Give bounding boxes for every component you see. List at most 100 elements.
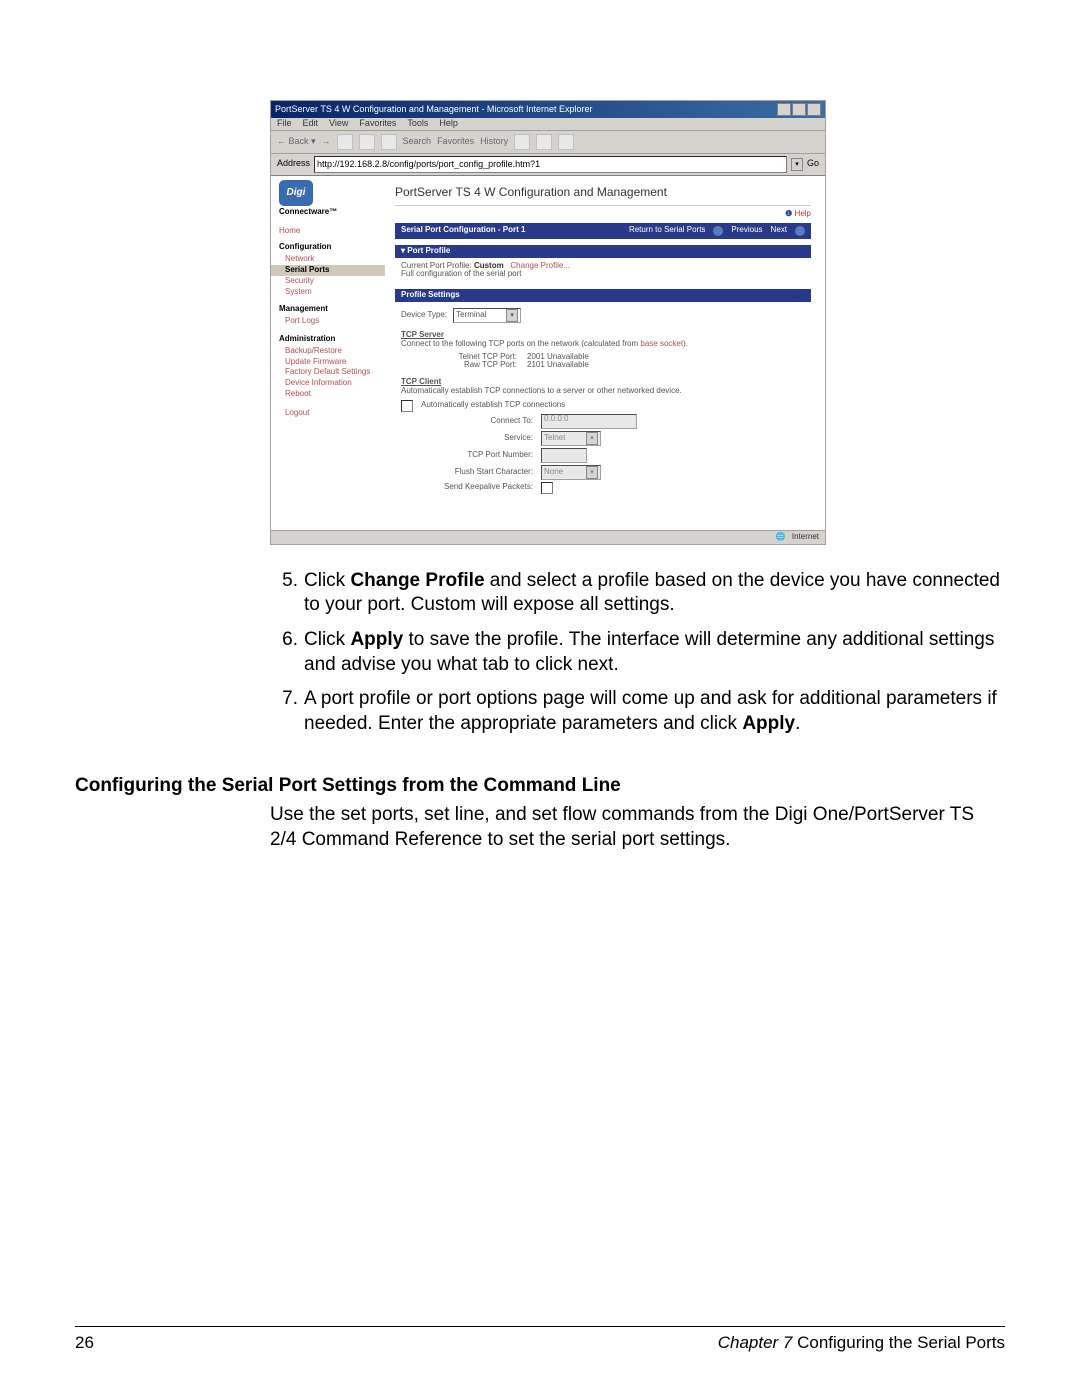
mail-icon[interactable] — [514, 134, 530, 150]
menu-file[interactable]: File — [277, 119, 292, 129]
base-socket-link[interactable]: base socket — [640, 339, 683, 348]
nav-logout[interactable]: Logout — [279, 408, 379, 419]
close-button[interactable] — [807, 103, 821, 116]
embedded-screenshot: PortServer TS 4 W Configuration and Mana… — [270, 100, 826, 545]
section-title: Serial Port Configuration - Port 1 — [401, 226, 525, 235]
document-page: PortServer TS 4 W Configuration and Mana… — [0, 0, 1080, 1397]
keepalive-label: Send Keepalive Packets: — [401, 483, 533, 492]
nav-backup[interactable]: Backup/Restore — [279, 346, 379, 357]
menu-tools[interactable]: Tools — [407, 119, 428, 129]
profile-settings-header: Profile Settings — [395, 289, 811, 302]
address-label: Address — [277, 159, 310, 169]
nav-firmware[interactable]: Update Firmware — [279, 357, 379, 368]
ie-menu-bar: File Edit View Favorites Tools Help — [271, 118, 825, 131]
print-icon[interactable] — [536, 134, 552, 150]
history-button[interactable]: History — [480, 137, 508, 147]
auto-conn-row: Automatically establish TCP connections — [401, 400, 805, 412]
item-number: 6. — [270, 628, 304, 677]
item-number: 5. — [270, 569, 304, 618]
next-icon[interactable] — [795, 226, 805, 236]
chapter-label: Chapter 7 — [718, 1333, 793, 1352]
ie-title-bar: PortServer TS 4 W Configuration and Mana… — [271, 101, 825, 118]
section-heading-command-line: Configuring the Serial Port Settings fro… — [75, 775, 1005, 797]
menu-view[interactable]: View — [329, 119, 348, 129]
go-button[interactable]: Go — [807, 159, 819, 169]
home-icon[interactable] — [381, 134, 397, 150]
list-item-6: 6. Click Apply to save the profile. The … — [270, 628, 1005, 677]
tcp-client-text: Automatically establish TCP connections … — [401, 387, 805, 396]
flush-select[interactable]: None ▾ — [541, 465, 601, 480]
url-input[interactable] — [314, 156, 787, 173]
bold-apply-2: Apply — [742, 713, 795, 734]
service-select[interactable]: Telnet ▾ — [541, 431, 601, 446]
status-right: Internet — [792, 533, 819, 542]
search-button[interactable]: Search — [403, 137, 432, 147]
stop-icon[interactable] — [337, 134, 353, 150]
current-profile-value: Custom — [474, 261, 504, 270]
nav-port-logs[interactable]: Port Logs — [279, 316, 379, 327]
section-body-command-line: Use the set ports, set line, and set flo… — [270, 803, 1005, 852]
instruction-list: 5. Click Change Profile and select a pro… — [270, 569, 1005, 737]
profile-info: Current Port Profile: Custom Change Prof… — [395, 258, 811, 284]
menu-edit[interactable]: Edit — [303, 119, 319, 129]
web-content: Digi Connectware™ Home Configuration Net… — [271, 176, 825, 530]
favorites-button[interactable]: Favorites — [437, 137, 474, 147]
nav-reboot[interactable]: Reboot — [279, 389, 379, 400]
nav-admin-title: Administration — [279, 335, 379, 344]
connect-to-input[interactable]: 0.0.0.0 — [541, 414, 637, 429]
minimize-button[interactable] — [777, 103, 791, 116]
forward-button[interactable]: → — [322, 137, 331, 147]
nav-home[interactable]: Home — [279, 227, 379, 236]
profile-desc: Full configuration of the serial port — [401, 270, 805, 279]
auto-conn-label: Automatically establish TCP connections — [421, 401, 565, 410]
service-label: Service: — [401, 434, 533, 443]
auto-conn-checkbox[interactable] — [401, 400, 413, 412]
section-header: Serial Port Configuration - Port 1 Retur… — [395, 223, 811, 239]
footer-right: Chapter 7 Configuring the Serial Ports — [718, 1333, 1005, 1353]
ie-toolbar: ← Back ▾ → Search Favorites History — [271, 131, 825, 154]
tcp-port-num-label: TCP Port Number: — [401, 451, 533, 460]
port-nav: Return to Serial Ports Previous Next — [629, 226, 805, 236]
main-panel: PortServer TS 4 W Configuration and Mana… — [385, 176, 825, 530]
maximize-button[interactable] — [792, 103, 806, 116]
nav-serial-ports[interactable]: Serial Ports — [271, 265, 385, 276]
prev-icon[interactable] — [713, 226, 723, 236]
device-type-select[interactable]: Terminal ▾ — [453, 308, 521, 323]
nav-system[interactable]: System — [279, 287, 379, 298]
list-item-5: 5. Click Change Profile and select a pro… — [270, 569, 1005, 618]
list-item-7: 7. A port profile or port options page w… — [270, 687, 1005, 736]
edit-icon[interactable] — [558, 134, 574, 150]
profile-settings-block: Device Type: Terminal ▾ TCP Server Conne… — [395, 302, 811, 500]
next-link[interactable]: Next — [771, 226, 787, 235]
menu-favorites[interactable]: Favorites — [359, 119, 396, 129]
chevron-down-icon: ▾ — [586, 432, 598, 445]
connectware-label: Connectware™ — [279, 208, 379, 217]
nav-devinfo[interactable]: Device Information — [279, 378, 379, 389]
help-link[interactable]: ❶ Help — [395, 210, 811, 219]
return-link[interactable]: Return to Serial Ports — [629, 226, 705, 235]
chapter-title: Configuring the Serial Ports — [792, 1333, 1005, 1352]
tcp-port-num-input[interactable] — [541, 448, 587, 463]
port-profile-header[interactable]: ▾ Port Profile — [395, 245, 811, 258]
flush-label: Flush Start Character: — [401, 468, 533, 477]
ie-address-bar: Address ▾ Go — [271, 154, 825, 176]
nav-factory[interactable]: Factory Default Settings — [279, 367, 379, 378]
chevron-down-icon: ▾ — [506, 309, 518, 322]
raw-port-label: Raw TCP Port: — [439, 361, 517, 370]
refresh-icon[interactable] — [359, 134, 375, 150]
window-controls — [777, 103, 821, 116]
url-dropdown-icon[interactable]: ▾ — [791, 158, 803, 171]
nav-security[interactable]: Security — [279, 276, 379, 287]
back-button[interactable]: ← Back ▾ — [277, 137, 316, 147]
current-profile-label: Current Port Profile: — [401, 261, 472, 270]
flush-value: None — [544, 468, 563, 477]
nav-network[interactable]: Network — [279, 254, 379, 265]
bold-change-profile: Change Profile — [350, 570, 484, 591]
keepalive-checkbox[interactable] — [541, 482, 553, 494]
change-profile-link[interactable]: Change Profile... — [510, 261, 570, 270]
window-title: PortServer TS 4 W Configuration and Mana… — [275, 105, 592, 115]
bold-apply-1: Apply — [350, 629, 403, 650]
service-value: Telnet — [544, 434, 565, 443]
menu-help[interactable]: Help — [439, 119, 458, 129]
prev-link[interactable]: Previous — [731, 226, 762, 235]
